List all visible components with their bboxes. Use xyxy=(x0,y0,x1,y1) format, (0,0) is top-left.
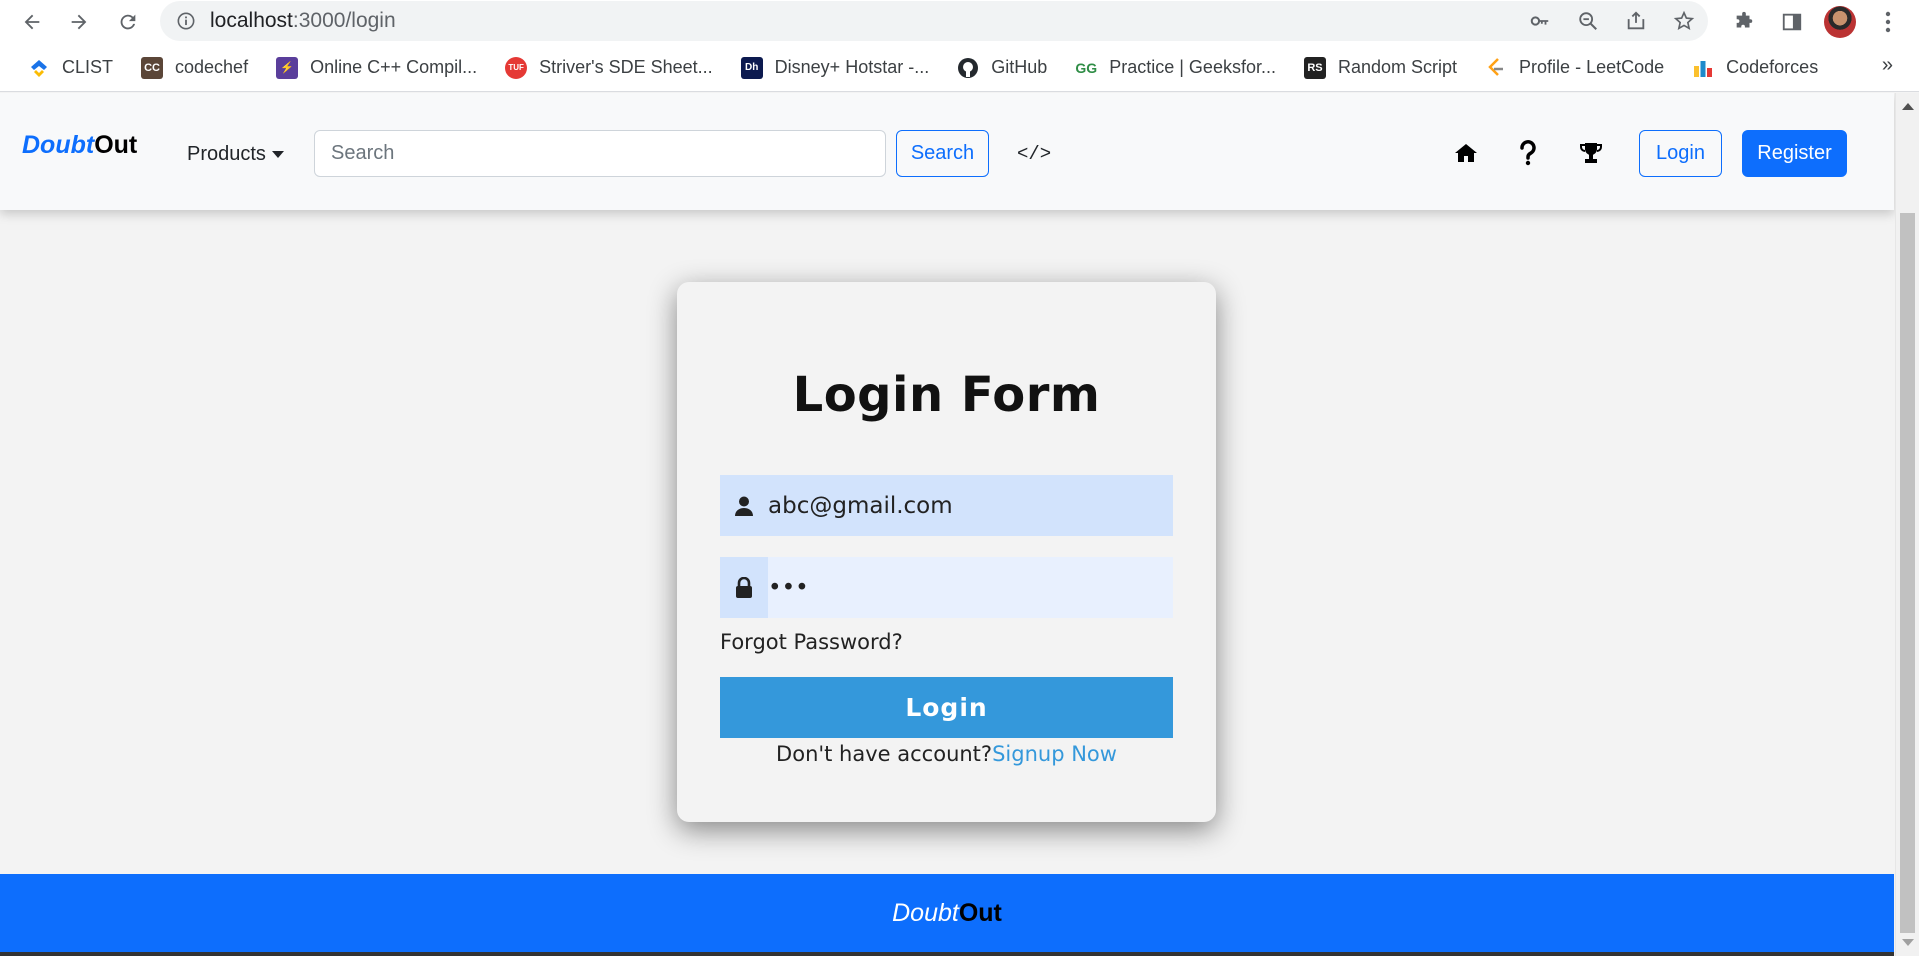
rs-icon: RS xyxy=(1303,56,1326,79)
app-navbar: DoubtOut Products Search </> Login Regis… xyxy=(0,93,1894,210)
bookmark-label: Profile - LeetCode xyxy=(1519,57,1665,77)
bookmark-codechef[interactable]: CC codechef xyxy=(133,51,256,85)
footer-brand-part1: Doubt xyxy=(892,898,959,927)
bookmark-label: Online C++ Compil... xyxy=(310,57,478,77)
bookmark-leetcode[interactable]: Profile - LeetCode xyxy=(1477,51,1672,85)
bookmark-hotstar[interactable]: Dh Disney+ Hotstar -... xyxy=(733,51,938,85)
bookmark-star-icon[interactable] xyxy=(1660,1,1708,41)
scrollbar-thumb[interactable] xyxy=(1900,213,1915,933)
key-icon[interactable] xyxy=(1516,1,1564,41)
bookmark-label: Striver's SDE Sheet... xyxy=(539,57,713,77)
code-link[interactable]: </> xyxy=(1017,143,1051,165)
question-icon[interactable] xyxy=(1512,137,1544,169)
bookmark-label: Random Script xyxy=(1337,57,1458,77)
leetcode-icon xyxy=(1485,57,1507,79)
bookmark-label: Codeforces xyxy=(1726,57,1819,77)
scroll-up-icon[interactable] xyxy=(1902,103,1914,110)
caret-down-icon xyxy=(271,151,284,158)
page-scrollbar[interactable] xyxy=(1895,93,1919,956)
bookmark-label: GitHub xyxy=(991,57,1048,77)
share-icon[interactable] xyxy=(1612,1,1660,41)
bookmark-random-script[interactable]: RS Random Script xyxy=(1296,51,1465,85)
search-button[interactable]: Search xyxy=(896,130,989,177)
bookmark-label: Disney+ Hotstar -... xyxy=(774,57,930,77)
login-submit-button[interactable]: Login xyxy=(720,677,1173,738)
bookmark-clist[interactable]: CLIST xyxy=(20,51,121,85)
address-bar[interactable]: localhost:3000/login xyxy=(160,1,1708,41)
bookmark-codeforces[interactable]: Codeforces xyxy=(1684,51,1826,85)
codeforces-icon xyxy=(1692,57,1714,79)
footer-brand-part2: Out xyxy=(958,898,1002,927)
scroll-down-icon[interactable] xyxy=(1902,939,1914,946)
signup-link[interactable]: Signup Now xyxy=(992,742,1117,766)
clist-icon xyxy=(28,57,50,79)
profile-avatar[interactable] xyxy=(1816,0,1864,44)
forgot-password-link[interactable]: Forgot Password? xyxy=(720,630,903,654)
menu-kebab-icon[interactable] xyxy=(1864,0,1912,44)
trophy-icon[interactable] xyxy=(1575,137,1607,169)
url-path: :3000/login xyxy=(292,9,396,32)
back-icon[interactable] xyxy=(16,6,48,38)
brand-logo[interactable]: DoubtOut xyxy=(22,131,137,160)
user-icon xyxy=(720,475,768,536)
page-viewport: DoubtOut Products Search </> Login Regis… xyxy=(0,93,1919,956)
browser-toolbar: localhost:3000/login xyxy=(0,0,1919,44)
bookmarks-overflow-icon[interactable]: » xyxy=(1882,54,1893,77)
side-panel-icon[interactable] xyxy=(1768,0,1816,44)
login-card: Login Form Forgot Password? Login Don't … xyxy=(677,282,1216,822)
github-icon xyxy=(957,57,979,79)
bookmark-label: Practice | Geeksfor... xyxy=(1109,57,1276,77)
footer: Doubt Out xyxy=(0,874,1894,952)
password-input[interactable] xyxy=(768,557,1173,618)
nav-login-button[interactable]: Login xyxy=(1639,130,1722,177)
window-bottom-edge xyxy=(0,952,1894,956)
brand-part2: Out xyxy=(94,131,138,159)
nav-register-button[interactable]: Register xyxy=(1742,130,1847,177)
codechef-icon: CC xyxy=(141,56,164,79)
tuf-icon: TUF xyxy=(505,56,528,79)
email-field[interactable] xyxy=(720,475,1173,536)
site-info-icon[interactable] xyxy=(176,11,196,31)
bookmark-geeksforgeeks[interactable]: GG Practice | Geeksfor... xyxy=(1067,51,1284,85)
url-text[interactable]: localhost:3000/login xyxy=(210,9,396,33)
bookmark-github[interactable]: GitHub xyxy=(949,51,1055,85)
login-form-title: Login Form xyxy=(792,367,1101,423)
password-field[interactable] xyxy=(720,557,1173,618)
url-host: localhost xyxy=(210,9,293,32)
extensions-icon[interactable] xyxy=(1720,0,1768,44)
home-icon[interactable] xyxy=(1450,137,1482,169)
gfg-icon: GG xyxy=(1075,59,1098,76)
lock-icon xyxy=(720,557,768,618)
no-account-text: Don't have account? xyxy=(776,742,993,766)
products-label: Products xyxy=(187,143,266,165)
search-input[interactable] xyxy=(314,130,886,177)
forward-icon[interactable] xyxy=(63,6,95,38)
bookmarks-bar: CLIST CC codechef ⚡ Online C++ Compil... T… xyxy=(0,44,1919,92)
signup-prompt: Don't have account?Signup Now xyxy=(677,742,1216,766)
email-input[interactable] xyxy=(768,475,1173,536)
compiler-icon: ⚡ xyxy=(276,56,299,79)
brand-part1: Doubt xyxy=(22,131,95,159)
hotstar-icon: Dh xyxy=(740,56,763,79)
bookmark-label: codechef xyxy=(175,57,249,77)
reload-icon[interactable] xyxy=(112,6,144,38)
bookmark-label: CLIST xyxy=(62,57,114,77)
products-dropdown[interactable]: Products xyxy=(187,143,284,166)
bookmark-striver-sheet[interactable]: TUF Striver's SDE Sheet... xyxy=(497,51,721,85)
bookmark-online-compiler[interactable]: ⚡ Online C++ Compil... xyxy=(268,51,485,85)
zoom-icon[interactable] xyxy=(1564,1,1612,41)
avatar xyxy=(1824,6,1856,38)
